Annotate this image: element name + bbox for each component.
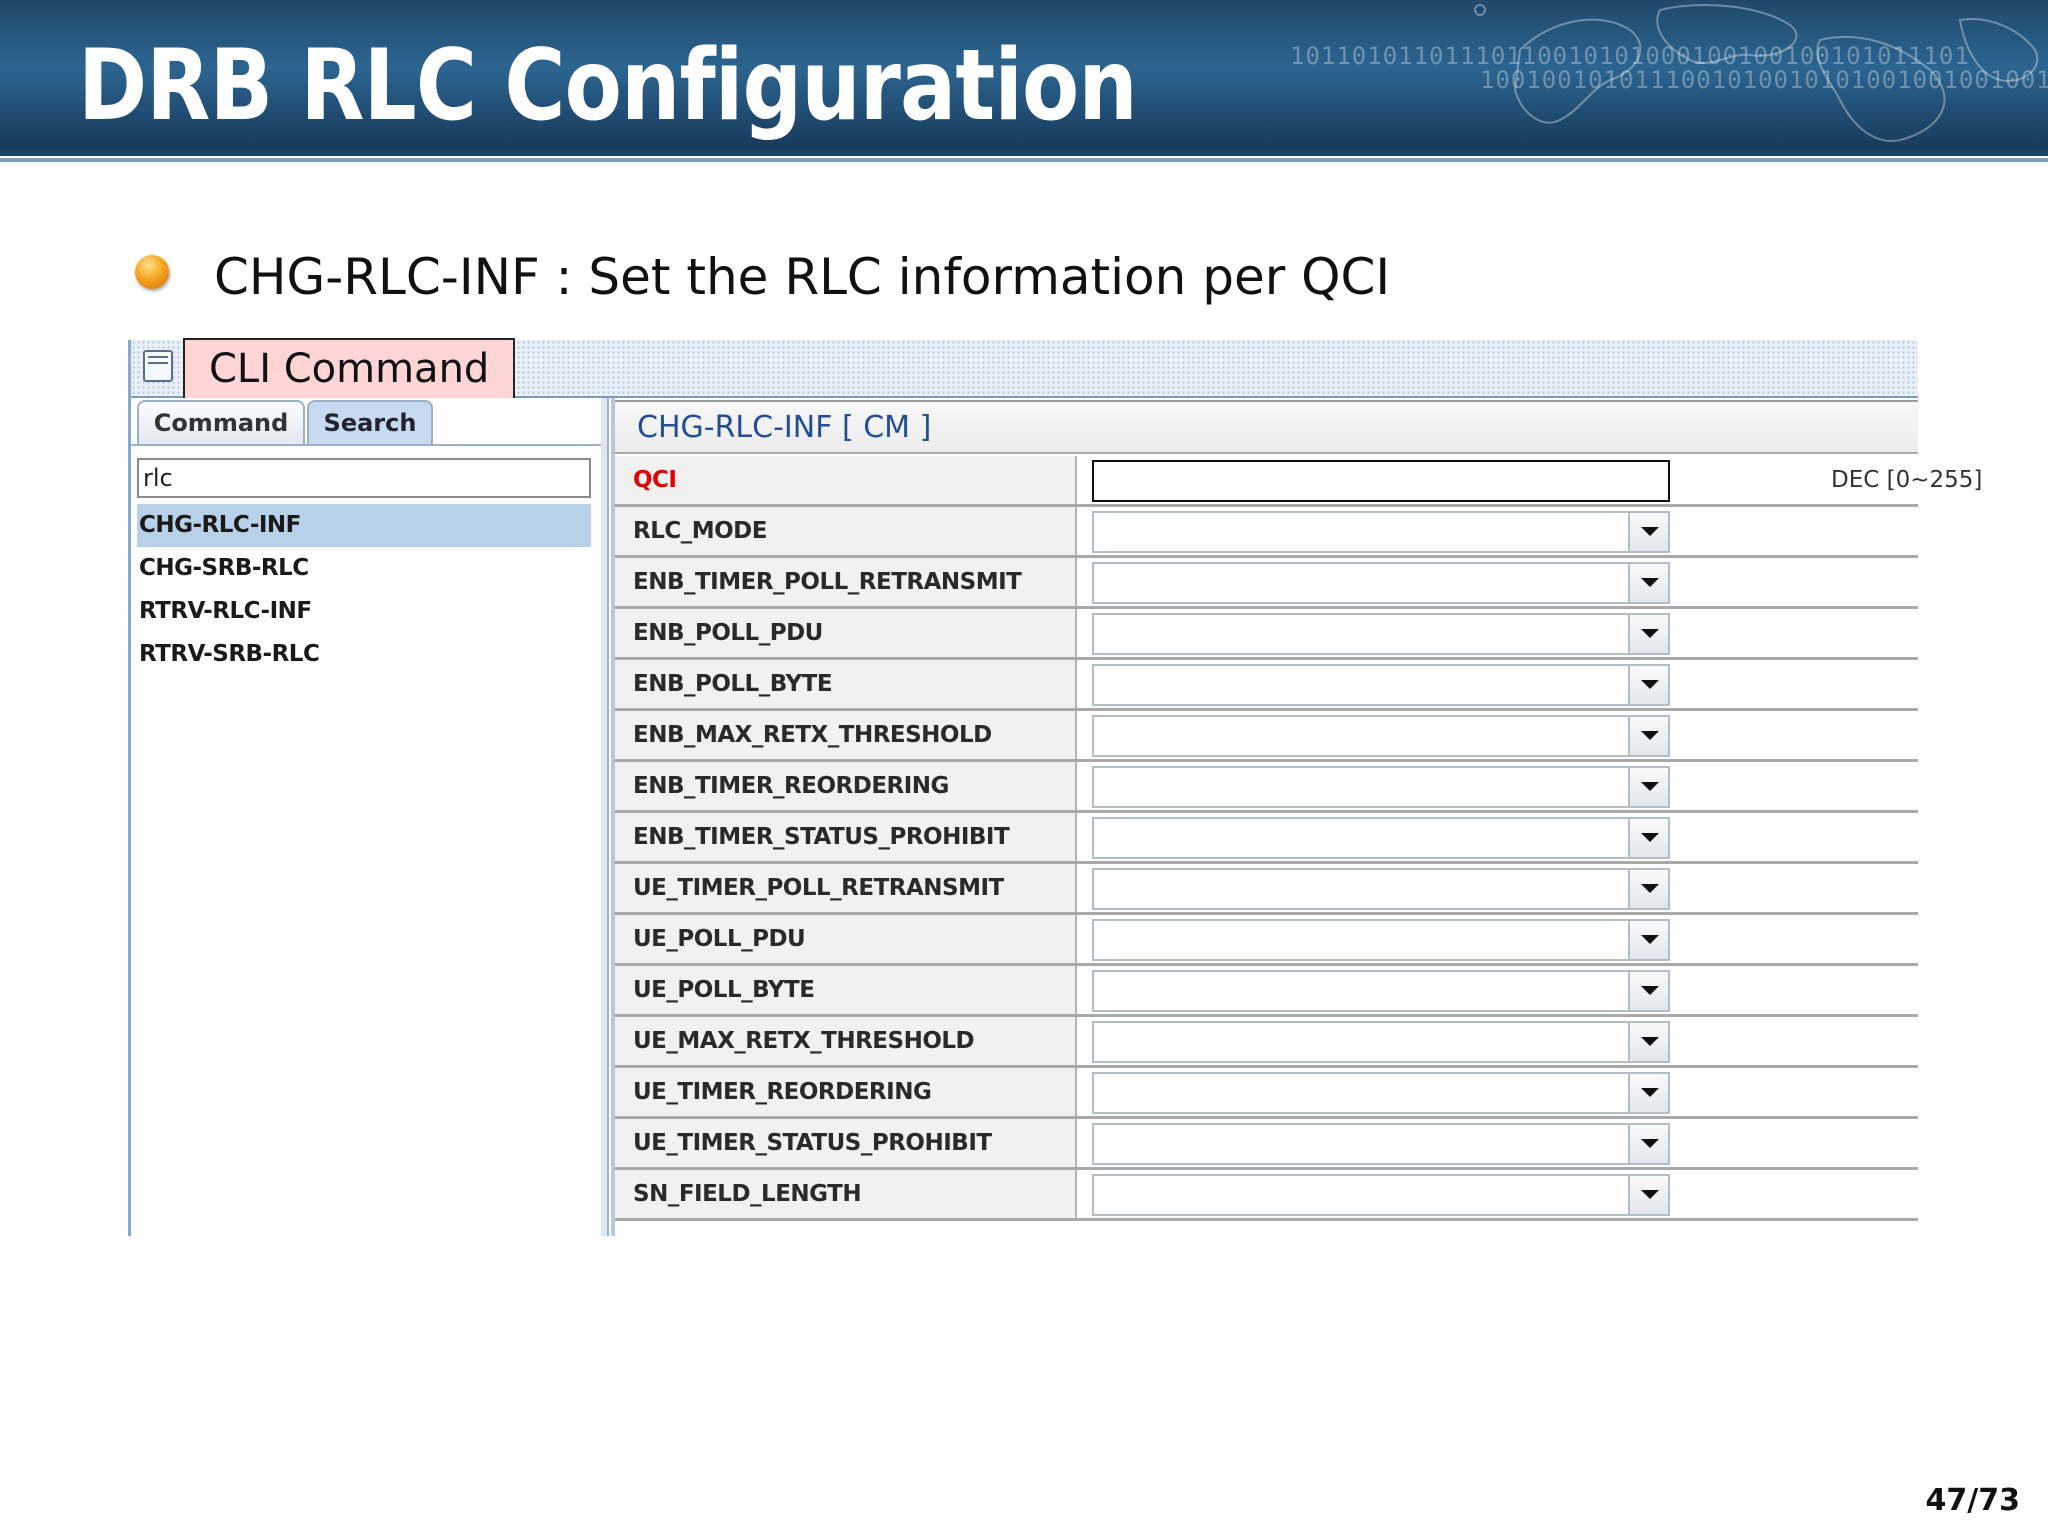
chevron-down-icon[interactable] [1628,666,1668,704]
chevron-down-icon[interactable] [1628,870,1668,908]
command-list: CHG-RLC-INF CHG-SRB-RLC RTRV-RLC-INF RTR… [137,504,591,676]
param-label: SN_FIELD_LENGTH [615,1170,1077,1218]
header-divider [0,150,2048,156]
command-search-panel: Command Search rlc CHG-RLC-INF CHG-SRB-R… [131,398,609,1236]
enb-poll-byte-dropdown[interactable] [1092,664,1670,706]
binary-decoration: 1001001010111001010010101001001001001001… [1480,66,2048,94]
param-label: UE_TIMER_REORDERING [615,1068,1077,1116]
parameter-table: QCI DEC [0~255] RLC_MODE ENB_TIMER_POLL_… [615,456,1982,1221]
list-item-chg-srb-rlc[interactable]: CHG-SRB-RLC [137,547,591,590]
param-label: UE_TIMER_STATUS_PROHIBIT [615,1119,1077,1167]
ue-timer-reordering-dropdown[interactable] [1092,1072,1670,1114]
chevron-down-icon[interactable] [1628,513,1668,551]
chevron-down-icon[interactable] [1628,564,1668,602]
slide-header: 1011010110111011001010100010010010010101… [0,0,2048,150]
param-label: UE_MAX_RETX_THRESHOLD [615,1017,1077,1065]
param-label: QCI [615,456,1077,504]
page-number: 47/73 [1925,1483,2020,1518]
param-row-ue-timer-poll-retransmit: UE_TIMER_POLL_RETRANSMIT [615,864,1918,915]
ue-timer-poll-retransmit-dropdown[interactable] [1092,868,1670,910]
param-row-enb-poll-byte: ENB_POLL_BYTE [615,660,1918,711]
chevron-down-icon[interactable] [1628,717,1668,755]
enb-timer-status-prohibit-dropdown[interactable] [1092,817,1670,859]
qci-input[interactable] [1092,460,1670,502]
param-row-enb-timer-poll-retransmit: ENB_TIMER_POLL_RETRANSMIT [615,558,1918,609]
param-label: ENB_MAX_RETX_THRESHOLD [615,711,1077,759]
header-divider [0,158,2048,162]
param-label: UE_POLL_PDU [615,915,1077,963]
chevron-down-icon[interactable] [1628,615,1668,653]
param-row-qci: QCI DEC [0~255] [615,456,1982,507]
tab-divider [131,444,601,446]
param-row-rlc-mode: RLC_MODE [615,507,1918,558]
param-row-sn-field-length: SN_FIELD_LENGTH [615,1170,1918,1221]
ue-max-retx-threshold-dropdown[interactable] [1092,1021,1670,1063]
param-label: ENB_POLL_BYTE [615,660,1077,708]
param-label: RLC_MODE [615,507,1077,555]
slide-title: DRB RLC Configuration [78,29,1138,143]
param-label: ENB_POLL_PDU [615,609,1077,657]
list-item-chg-rlc-inf[interactable]: CHG-RLC-INF [137,504,591,547]
param-row-ue-max-retx-threshold: UE_MAX_RETX_THRESHOLD [615,1017,1918,1068]
chevron-down-icon[interactable] [1628,1125,1668,1163]
param-row-ue-poll-byte: UE_POLL_BYTE [615,966,1918,1017]
window-titlebar[interactable]: CLI Command [131,338,1918,400]
search-input[interactable]: rlc [137,458,591,498]
param-label: ENB_TIMER_POLL_RETRANSMIT [615,558,1077,606]
tab-search[interactable]: Search [307,400,433,444]
cli-command-window: CLI Command Command Search rlc CHG-RLC-I… [128,338,1982,1236]
orange-ball-bullet-icon [135,255,169,289]
param-row-enb-timer-reordering: ENB_TIMER_REORDERING [615,762,1918,813]
param-row-ue-timer-reordering: UE_TIMER_REORDERING [615,1068,1918,1119]
chevron-down-icon[interactable] [1628,972,1668,1010]
chevron-down-icon[interactable] [1628,1023,1668,1061]
enb-timer-poll-retransmit-dropdown[interactable] [1092,562,1670,604]
chevron-down-icon[interactable] [1628,1176,1668,1214]
param-label: ENB_TIMER_REORDERING [615,762,1077,810]
enb-poll-pdu-dropdown[interactable] [1092,613,1670,655]
sn-field-length-dropdown[interactable] [1092,1174,1670,1216]
param-label: UE_TIMER_POLL_RETRANSMIT [615,864,1077,912]
enb-max-retx-threshold-dropdown[interactable] [1092,715,1670,757]
bullet-text: CHG-RLC-INF : Set the RLC information pe… [214,248,1391,306]
panel-title: CHG-RLC-INF [ CM ] [615,400,1918,454]
tab-command[interactable]: Command [137,400,305,444]
ue-poll-byte-dropdown[interactable] [1092,970,1670,1012]
ue-poll-pdu-dropdown[interactable] [1092,919,1670,961]
param-row-ue-timer-status-prohibit: UE_TIMER_STATUS_PROHIBIT [615,1119,1918,1170]
rlc-mode-dropdown[interactable] [1092,511,1670,553]
param-row-enb-poll-pdu: ENB_POLL_PDU [615,609,1918,660]
param-row-ue-poll-pdu: UE_POLL_PDU [615,915,1918,966]
parameter-panel: CHG-RLC-INF [ CM ] QCI DEC [0~255] RLC_M… [611,398,1982,1236]
list-item-rtrv-srb-rlc[interactable]: RTRV-SRB-RLC [137,633,591,676]
ue-timer-status-prohibit-dropdown[interactable] [1092,1123,1670,1165]
chevron-down-icon[interactable] [1628,921,1668,959]
param-label: ENB_TIMER_STATUS_PROHIBIT [615,813,1077,861]
param-row-enb-timer-status-prohibit: ENB_TIMER_STATUS_PROHIBIT [615,813,1918,864]
range-hint: DEC [0~255] [1831,467,1983,493]
chevron-down-icon[interactable] [1628,819,1668,857]
param-row-enb-max-retx-threshold: ENB_MAX_RETX_THRESHOLD [615,711,1918,762]
enb-timer-reordering-dropdown[interactable] [1092,766,1670,808]
param-label: UE_POLL_BYTE [615,966,1077,1014]
list-item-rtrv-rlc-inf[interactable]: RTRV-RLC-INF [137,590,591,633]
window-icon[interactable] [143,350,173,382]
cli-command-label: CLI Command [183,338,516,400]
chevron-down-icon[interactable] [1628,768,1668,806]
chevron-down-icon[interactable] [1628,1074,1668,1112]
